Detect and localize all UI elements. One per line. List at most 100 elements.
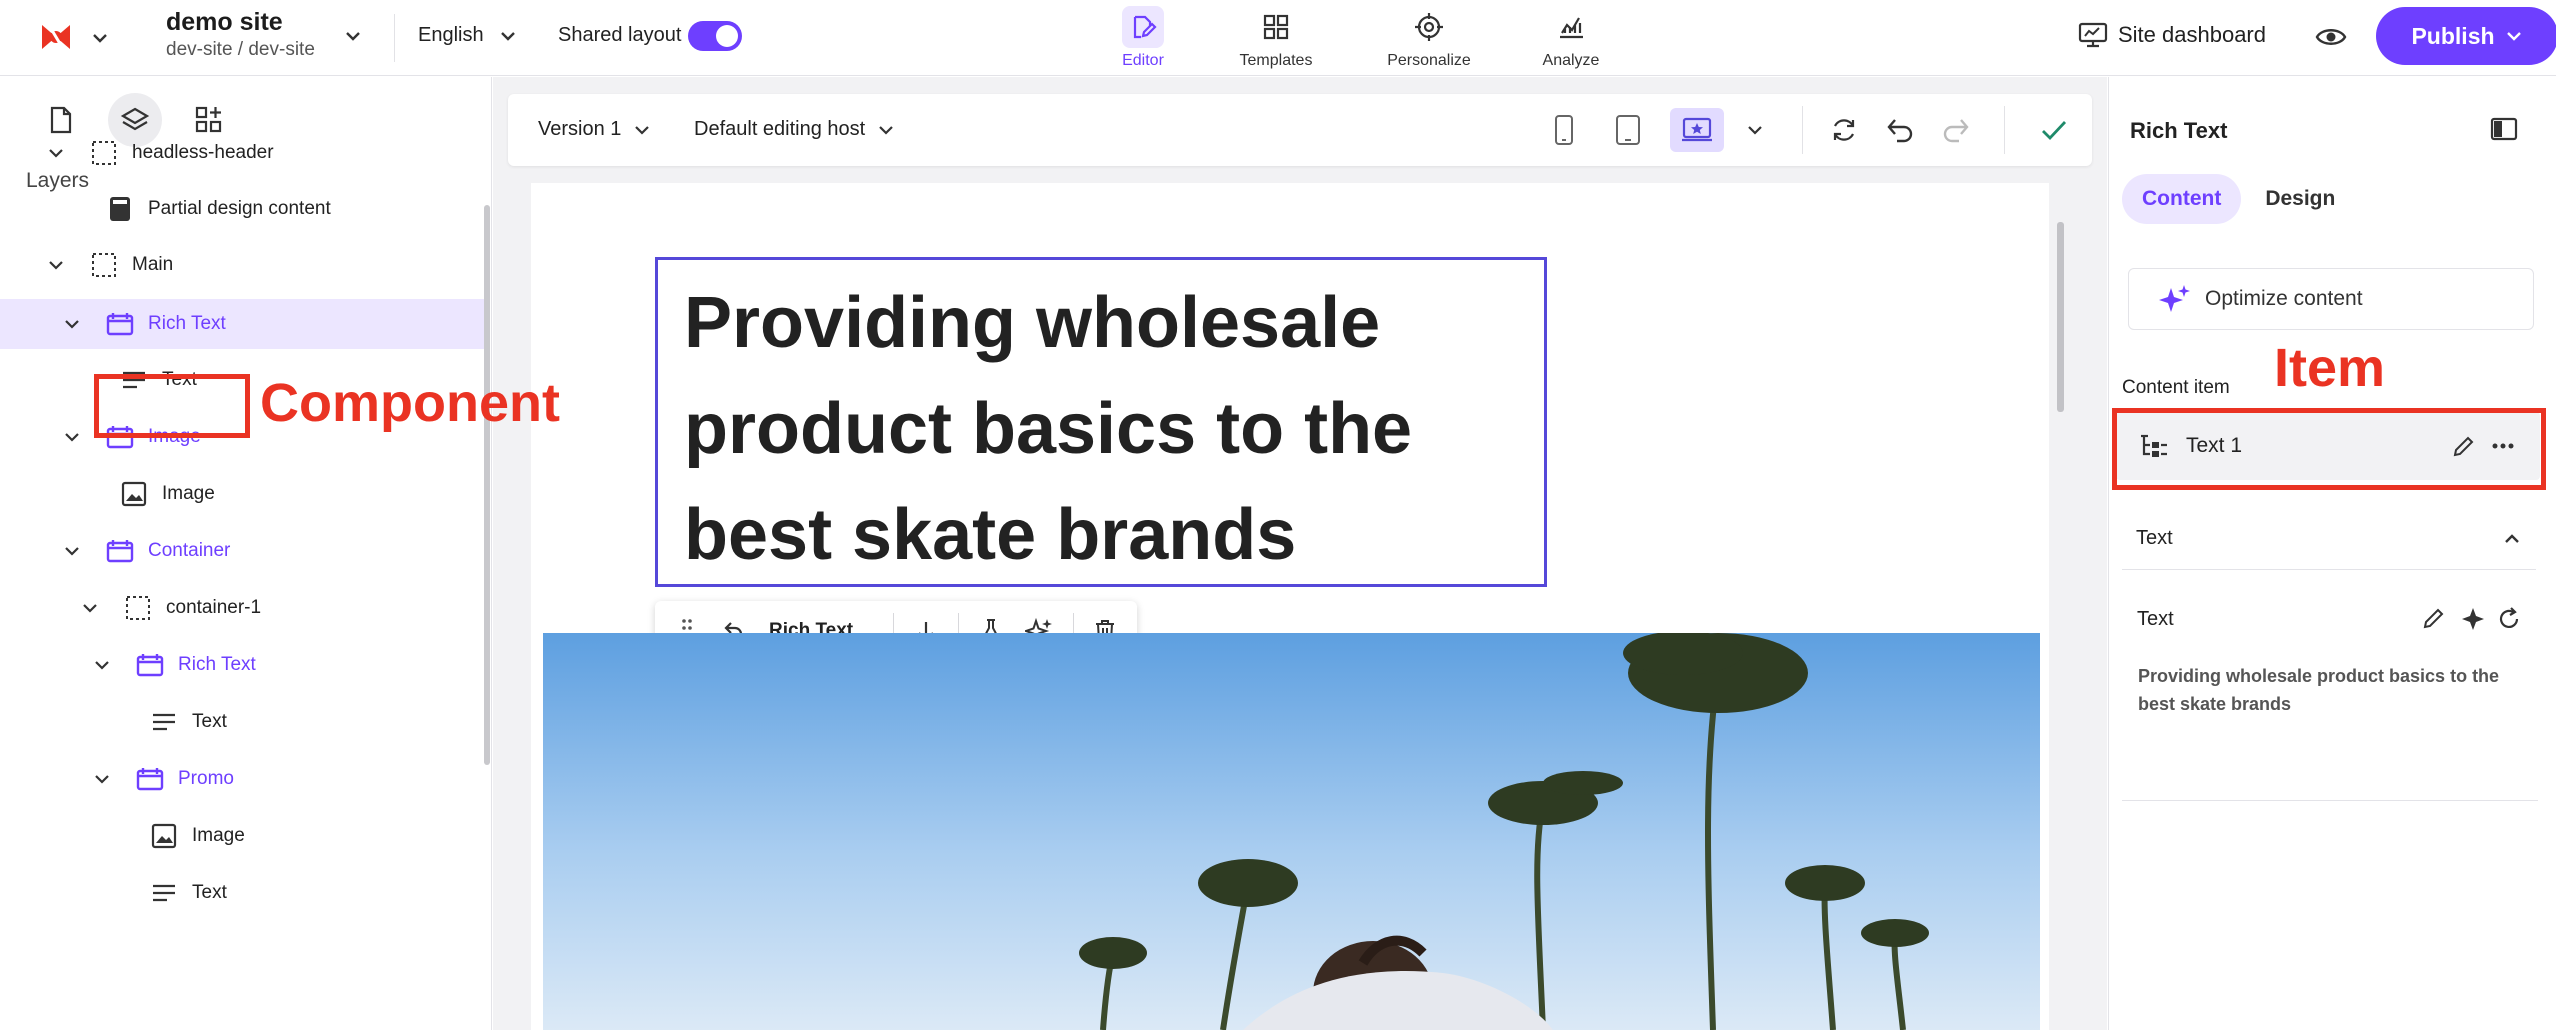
page-scrollbar[interactable]: [2057, 222, 2064, 412]
collapse-chevron-icon[interactable]: [90, 767, 114, 791]
language-select[interactable]: English: [418, 24, 484, 47]
tree-node-label: Promo: [178, 768, 234, 789]
tree-node-promo-image[interactable]: Image: [150, 811, 484, 861]
tree-node-rich-text-selected[interactable]: Rich Text: [0, 299, 484, 349]
tree-node-image-field[interactable]: Image: [120, 469, 484, 519]
text-lines-icon: [150, 879, 178, 907]
tree-node-label: Image: [162, 483, 215, 504]
ai-sparkle-icon[interactable]: [2460, 606, 2486, 632]
layers-scrollbar[interactable]: [484, 205, 490, 765]
collapse-chevron-icon[interactable]: [90, 653, 114, 677]
language-chevron-icon[interactable]: [498, 26, 518, 46]
optimize-content-button[interactable]: Optimize content: [2128, 268, 2534, 330]
tab-content-label: Content: [2142, 187, 2222, 210]
tablet-device-icon[interactable]: [1606, 108, 1650, 152]
tree-node-promo[interactable]: Promo: [90, 754, 484, 804]
component-icon: [136, 651, 164, 679]
tree-node-promo-text[interactable]: Text: [150, 868, 484, 918]
site-name: demo site: [166, 8, 283, 36]
reset-icon[interactable]: [2496, 606, 2522, 632]
image-field-icon: [150, 822, 178, 850]
tool-editor[interactable]: Editor: [1120, 0, 1166, 76]
canvas-toolbar: Version 1 Default editing host: [508, 94, 2092, 166]
chevron-down-icon: [877, 121, 895, 139]
field-value: Providing wholesale product basics to th…: [2138, 666, 2500, 714]
tree-node-label: Text: [192, 882, 227, 903]
mobile-device-icon[interactable]: [1542, 108, 1586, 152]
ai-sparkle-icon: [2159, 284, 2191, 314]
divider: [1802, 106, 1803, 154]
tree-node-label: Text: [192, 711, 227, 732]
section-title: Text: [2136, 527, 2173, 549]
publish-chevron-icon: [2505, 27, 2523, 45]
templates-grid-icon: [1255, 6, 1297, 48]
tree-node-label: headless-header: [132, 142, 274, 163]
preview-eye-icon[interactable]: [2314, 20, 2348, 54]
tree-node-label: Container: [148, 540, 231, 561]
desktop-device-icon[interactable]: [1670, 108, 1724, 152]
tab-content[interactable]: Content: [2122, 174, 2242, 224]
tree-node-label: Rich Text: [148, 313, 226, 334]
text-lines-icon: [150, 708, 178, 736]
collapse-chevron-icon[interactable]: [60, 312, 84, 336]
shared-layout-label: Shared layout: [558, 24, 682, 46]
collapse-chevron-icon[interactable]: [78, 596, 102, 620]
saved-check-icon: [2032, 108, 2076, 152]
tree-node-rich-text-2[interactable]: Rich Text: [90, 640, 484, 690]
placeholder-icon: [90, 251, 118, 279]
tab-design[interactable]: Design: [2245, 174, 2355, 224]
collapse-chevron-icon[interactable]: [44, 253, 68, 277]
app-logo-icon[interactable]: [36, 17, 76, 57]
content-item-label: Content item: [2122, 377, 2230, 398]
analyze-chart-icon: [1550, 6, 1592, 48]
tool-editor-label: Editor: [1122, 52, 1164, 69]
tool-personalize-label: Personalize: [1387, 52, 1471, 69]
device-more-chevron-icon[interactable]: [1740, 108, 1770, 152]
tree-node-main[interactable]: Main: [44, 240, 484, 290]
tree-node-label: Image: [192, 825, 245, 846]
component-icon: [106, 537, 134, 565]
page-heading[interactable]: Providing wholesale product basics to th…: [684, 270, 1504, 588]
tree-node-container[interactable]: Container: [60, 526, 484, 576]
collapse-chevron-icon[interactable]: [44, 141, 68, 165]
properties-tabs: Content Design: [2122, 174, 2355, 224]
collapse-chevron-icon[interactable]: [60, 539, 84, 563]
edit-pencil-icon[interactable]: [2422, 606, 2446, 630]
annotation-item-box: [2112, 408, 2546, 490]
panel-toggle-icon[interactable]: [2490, 116, 2518, 142]
tree-node-container-1[interactable]: container-1: [78, 583, 484, 633]
tool-personalize[interactable]: Personalize: [1384, 0, 1474, 76]
tree-node-label: Main: [132, 254, 174, 275]
tool-analyze[interactable]: Analyze: [1536, 0, 1606, 76]
version-value: Version 1: [538, 118, 622, 140]
crosshair-icon: [1408, 6, 1450, 48]
app-switcher-chevron-icon[interactable]: [90, 28, 110, 48]
editing-host-value: Default editing host: [694, 118, 866, 140]
text-section-header[interactable]: Text: [2122, 508, 2536, 570]
tree-node-label: container-1: [166, 597, 262, 618]
hero-skate-photo[interactable]: [543, 633, 2040, 1030]
dashboard-monitor-icon: [2078, 21, 2108, 49]
publish-label: Publish: [2411, 22, 2495, 49]
refresh-icon[interactable]: [1822, 108, 1866, 152]
publish-button[interactable]: Publish: [2376, 7, 2556, 65]
version-select[interactable]: Version 1: [538, 118, 651, 141]
redo-icon[interactable]: [1934, 108, 1978, 152]
tree-node-text-2[interactable]: Text: [150, 697, 484, 747]
undo-icon[interactable]: [1878, 108, 1922, 152]
site-switcher-chevron-icon[interactable]: [343, 26, 363, 46]
divider: [2122, 800, 2538, 801]
partial-design-icon: [106, 195, 134, 223]
tree-node-headless-header[interactable]: headless-header: [44, 128, 484, 178]
editing-host-select[interactable]: Default editing host: [694, 118, 895, 141]
field-label: Text: [2137, 608, 2174, 630]
site-dashboard-label: Site dashboard: [2118, 22, 2266, 47]
annotation-component-label: Component: [260, 373, 560, 433]
collapse-chevron-icon[interactable]: [60, 425, 84, 449]
shared-layout-toggle[interactable]: [688, 21, 742, 51]
tree-node-partial-design[interactable]: Partial design content: [106, 184, 484, 234]
tool-templates-label: Templates: [1239, 52, 1313, 69]
tool-templates[interactable]: Templates: [1236, 0, 1316, 76]
site-switcher[interactable]: demo site dev-site / dev-site: [166, 8, 315, 61]
site-dashboard-link[interactable]: Site dashboard: [2078, 21, 2266, 49]
